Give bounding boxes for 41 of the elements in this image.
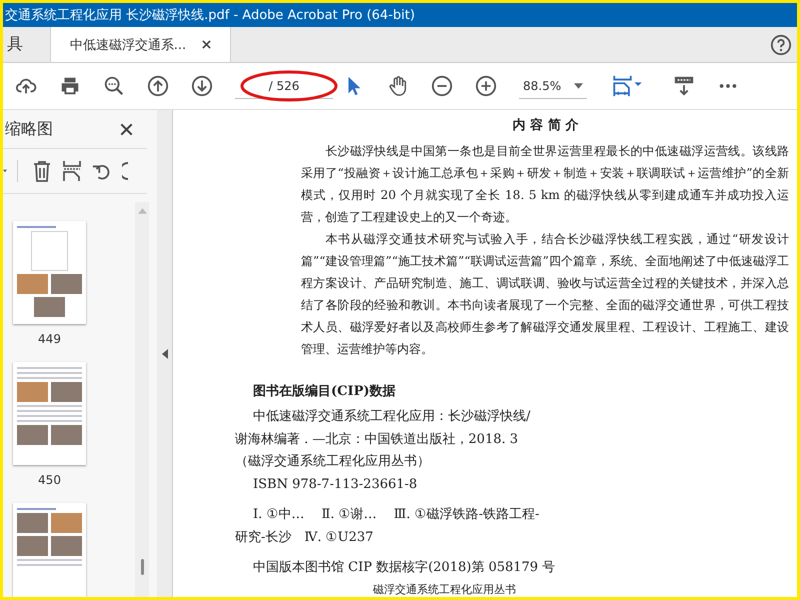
page-thumbnail[interactable] [13, 503, 86, 597]
page-thumbnail[interactable] [13, 362, 86, 465]
paragraph: 长沙磁浮快线是中国第一条也是目前全世界运营里程最长的中低速磁浮运营线。该线路采用了“投融资＋设计施工总承包＋采购＋研发＋制造＋安装＋联调联试＋运营维护”的全新模式，仅用时 20 个月就实现了全长 18. 5 km 的磁浮快线从零到建成通车并成功投入运营，创造了工程建设史上的又一个奇迹。 [301, 143, 789, 226]
next-page-icon[interactable] [191, 75, 213, 97]
insert-page-icon[interactable] [62, 160, 82, 182]
help-icon[interactable] [770, 34, 792, 56]
cip-line: Ⅰ. ①中… Ⅱ. ①谢… Ⅲ. ①磁浮铁路-铁路工程- [253, 506, 540, 524]
scrollbar[interactable] [135, 202, 149, 597]
cip-heading: 图书在版编目(CIP)数据 [253, 382, 397, 400]
read-mode-icon[interactable] [673, 75, 695, 97]
trash-icon[interactable] [32, 160, 52, 182]
panel-title: 缩略图 [5, 118, 53, 140]
zoom-out-icon[interactable] [431, 75, 453, 97]
page-thumbnail[interactable] [13, 221, 86, 324]
scroll-thumb[interactable] [140, 559, 144, 575]
cip-line: ISBN 978-7-113-23661-8 [253, 476, 418, 494]
zoom-dropdown[interactable]: 88.5% [519, 73, 587, 99]
tab[interactable]: 中低速磁浮交通系... [51, 27, 231, 62]
cip-line: （磁浮交通系统工程化应用丛书） [235, 453, 431, 471]
cip-line: 中国版本图书馆 CIP 数据核字(2018)第 058179 号 [253, 559, 556, 577]
series-title: 磁浮交通系统工程化应用丛书 [373, 583, 517, 597]
cip-line: 研究-长沙 Ⅳ. ①U237 [235, 528, 374, 546]
section-heading: 内 容 简 介 [512, 116, 580, 134]
page-number: 449 [38, 332, 61, 346]
caret-icon [574, 82, 583, 88]
cip-line: 中低速磁浮交通系统工程化应用：长沙磁浮快线/ [253, 408, 532, 426]
page-number-field[interactable]: / 526 [235, 74, 333, 98]
window-title: 交通系统工程化应用 长沙磁浮快线.pdf - Adobe Acrobat Pro (64-bit) [4, 7, 415, 24]
zoom-in-icon[interactable] [475, 75, 497, 97]
previous-page-icon[interactable] [147, 75, 169, 97]
cip-line: 谢海林编著 . —北京：中国铁道出版社，2018. 3 [235, 430, 520, 448]
collapse-panel-icon[interactable] [162, 348, 168, 358]
rotate-icon[interactable] [122, 160, 128, 182]
caret-icon[interactable] [3, 169, 7, 173]
hand-icon[interactable] [387, 75, 409, 97]
page-number: 450 [38, 473, 61, 487]
paragraph: 本书从磁浮交通技术研究与试验入手，结合长沙磁浮快线工程实践，通过“研发设计篇”“建设管理篇”“施工技术篇”“联调试运营篇”四个篇章，系统、全面地阐述了中低速磁浮工程方案设计、产品研究制造、施工、调试联调、验收与试运营全过程的关键技术，并深入总结了各阶段的经验和教训。本书向读者展现了一个完整、全面的磁浮交通世界，可供工程技术人员、磁浮爱好者以及高校师生参考了解磁浮交通发展里程、工程设计、工程施工、建设管理、运营维护等内容。 [301, 231, 789, 358]
zoom-search-icon[interactable] [103, 75, 125, 97]
print-icon[interactable] [59, 75, 81, 97]
close-icon[interactable] [202, 40, 212, 49]
close-icon[interactable] [120, 122, 133, 136]
